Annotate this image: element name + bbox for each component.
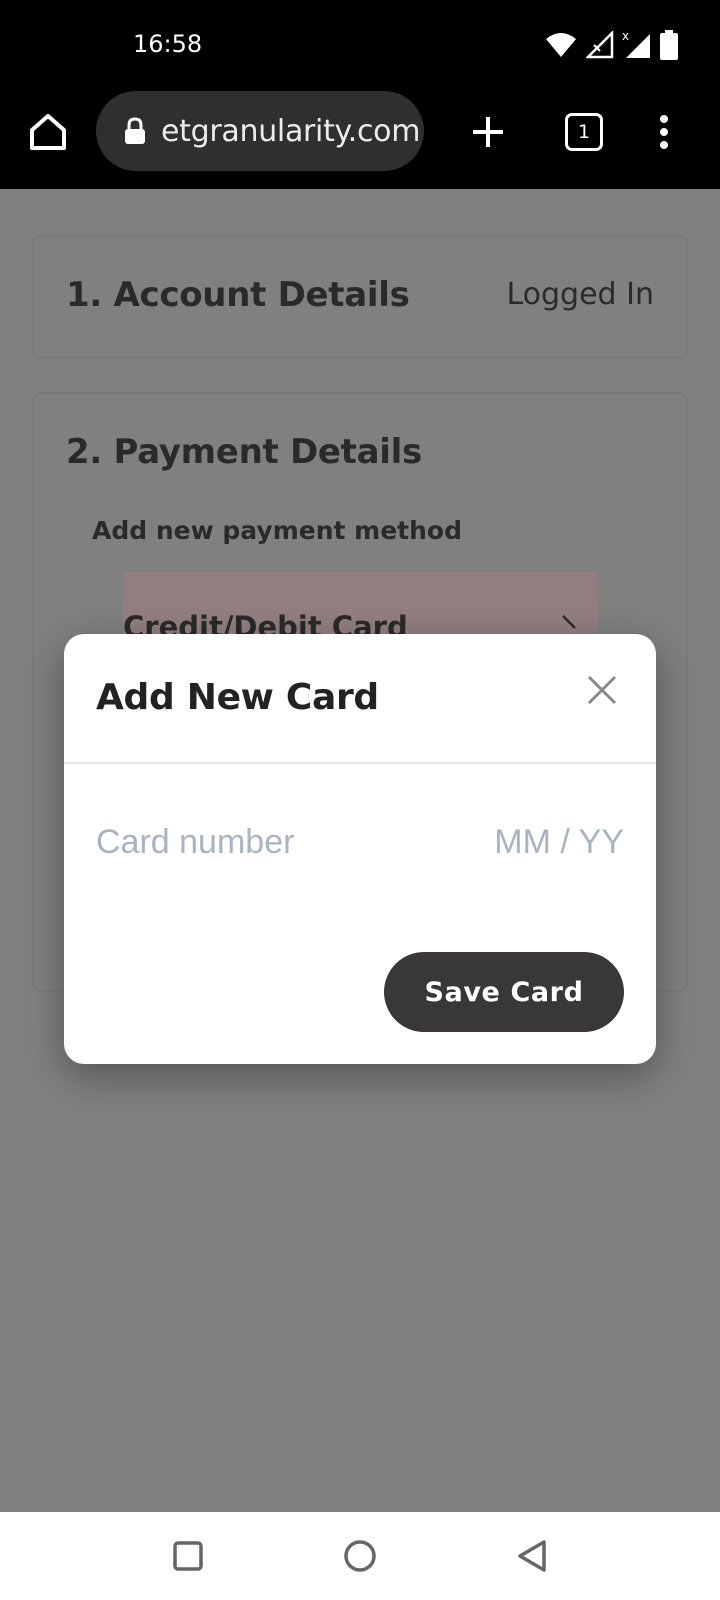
- plus-icon: [473, 117, 503, 147]
- home-circle-icon: [344, 1540, 376, 1572]
- modal-title: Add New Card: [96, 677, 379, 718]
- url-text: etgranularity.com: [161, 113, 421, 149]
- close-button[interactable]: [582, 670, 622, 710]
- account-details-card[interactable]: 1. Account Details Logged In: [32, 235, 688, 359]
- browser-home-button[interactable]: [26, 110, 70, 154]
- credit-debit-card-option[interactable]: Credit/Debit Card: [123, 572, 597, 638]
- back-icon: [518, 1540, 546, 1572]
- wifi-icon: [544, 31, 578, 59]
- tabs-icon: 1: [565, 113, 603, 151]
- home-icon: [30, 114, 66, 150]
- browser-menu-button[interactable]: [640, 108, 688, 156]
- modal-divider: [64, 762, 656, 764]
- signal-icon: x: [622, 30, 652, 60]
- url-bar[interactable]: etgranularity.com: [96, 91, 424, 171]
- system-nav-bar: [0, 1512, 720, 1600]
- system-back-button[interactable]: [510, 1534, 554, 1578]
- browser-toolbar: etgranularity.com 1: [0, 88, 720, 189]
- card-number-input[interactable]: [96, 819, 416, 865]
- status-bar: 16:58 x: [0, 0, 720, 88]
- account-details-title: 1. Account Details: [66, 275, 410, 315]
- new-tab-button[interactable]: [464, 108, 512, 156]
- status-time: 16:58: [133, 30, 203, 58]
- add-card-modal: Add New Card Save Card: [64, 634, 656, 1064]
- recent-apps-icon: [173, 1541, 203, 1571]
- svg-text:x: x: [622, 30, 629, 43]
- tab-switcher-button[interactable]: 1: [560, 108, 608, 156]
- recent-apps-button[interactable]: [166, 1534, 210, 1578]
- login-status: Logged In: [506, 277, 654, 312]
- payment-method-subtitle: Add new payment method: [92, 516, 462, 545]
- battery-icon: [660, 30, 678, 60]
- status-icons: x: [544, 30, 678, 60]
- payment-details-title: 2. Payment Details: [66, 432, 422, 472]
- close-icon: [587, 675, 617, 705]
- system-home-button[interactable]: [338, 1534, 382, 1578]
- lock-icon: [123, 117, 147, 145]
- more-vert-icon: [660, 115, 668, 149]
- expiry-date-input[interactable]: [464, 819, 624, 865]
- save-card-button[interactable]: Save Card: [384, 952, 624, 1032]
- signal-no-data-icon: [586, 31, 614, 59]
